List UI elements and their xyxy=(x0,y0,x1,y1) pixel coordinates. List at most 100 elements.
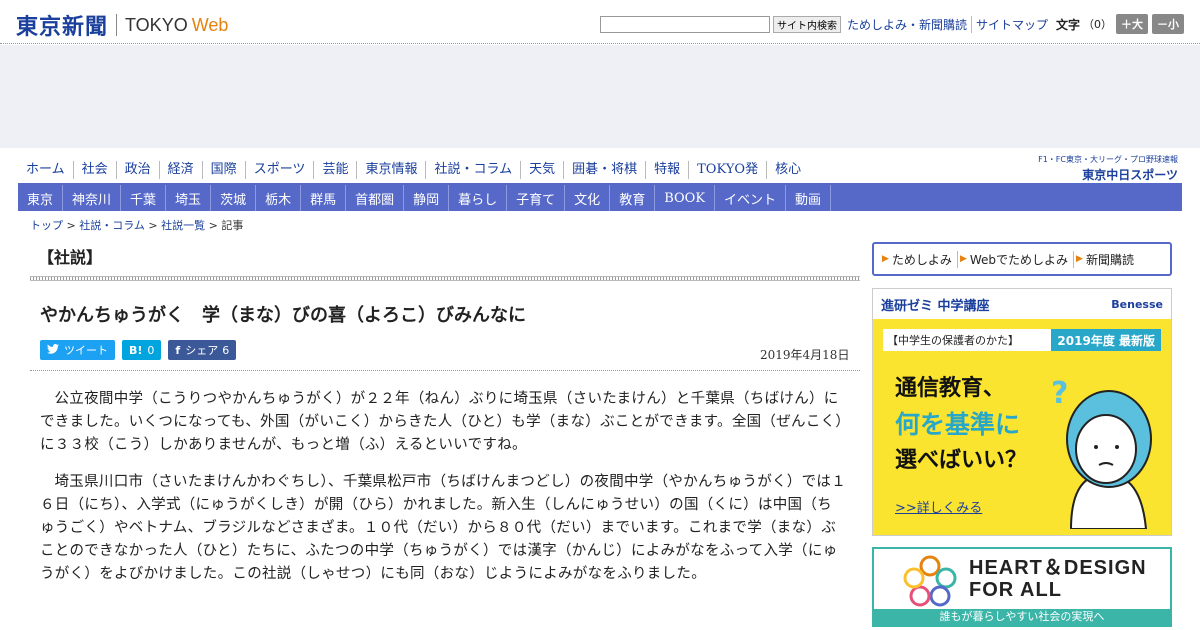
newspaper-subscribe-label: 新聞購読 xyxy=(1085,252,1134,267)
subscribe-link[interactable]: ためしよみ・新聞購読 xyxy=(847,16,967,33)
ad-copy: 通信教育、 何を基準に 選べばいい？ xyxy=(895,371,1027,479)
arrow-right-icon: ▶ xyxy=(882,254,889,264)
nav-go-shogi[interactable]: 囲碁・将棋 xyxy=(563,161,645,179)
breadcrumb-sep: > xyxy=(208,219,218,232)
breadcrumb-sep: > xyxy=(148,219,158,232)
ad-copy-line: 何を基準に xyxy=(895,410,1021,439)
logo-japanese: 東京新聞 xyxy=(16,14,109,40)
nav-kanagawa[interactable]: 神奈川 xyxy=(63,185,122,211)
chunichi-sports-link[interactable]: F1・FC東京・大リーグ・プロ野球速報 東京中日スポーツ xyxy=(1038,154,1178,183)
nav-video[interactable]: 動画 xyxy=(786,185,832,211)
site-search-input[interactable] xyxy=(599,15,770,33)
trial-read-label: ためしよみ xyxy=(891,252,952,267)
ad-copy-line: 選べばいい？ xyxy=(895,448,1028,473)
site-logo[interactable]: 東京新聞 TOKYO Web xyxy=(16,9,228,41)
ad2-title-line: FOR ALL xyxy=(969,579,1062,601)
ad2-title: HEART＆DESIGN FOR ALL xyxy=(969,557,1147,601)
nav-tokyo-info[interactable]: 東京情報 xyxy=(356,161,425,179)
font-larger-button[interactable]: ＋大 xyxy=(1116,14,1148,34)
flower-logo-icon xyxy=(903,555,957,607)
article-divider xyxy=(30,370,860,371)
heart-design-ad[interactable]: HEART＆DESIGN FOR ALL 誰もが暮らしやすい社会の実現へ xyxy=(872,547,1172,627)
logo-english: TOKYO xyxy=(125,14,188,35)
facebook-share-label: シェア xyxy=(185,344,219,357)
facebook-icon: f xyxy=(175,343,181,357)
benesse-ad[interactable]: 進研ゼミ 中学講座 Benesse 【中学生の保護者のかた】 2019年度 最新… xyxy=(872,288,1172,536)
nav-editorial[interactable]: 社説・コラム xyxy=(425,161,520,179)
arrow-right-icon: ▶ xyxy=(959,254,967,264)
nav-core[interactable]: 核心 xyxy=(766,161,809,179)
arrow-right-icon: ▶ xyxy=(1076,254,1083,264)
newspaper-subscribe-link[interactable]: ▶ 新聞購読 xyxy=(1073,250,1139,268)
svg-text:?: ? xyxy=(1051,379,1068,411)
breadcrumb-top[interactable]: トップ xyxy=(30,219,63,232)
trial-read-link[interactable]: ▶ ためしよみ xyxy=(880,251,957,268)
ad-title: 進研ゼミ 中学講座 xyxy=(881,298,990,314)
chunichi-tagline: F1・FC東京・大リーグ・プロ野球速報 xyxy=(1038,155,1178,164)
breadcrumb-editorial-list[interactable]: 社説一覧 xyxy=(161,219,205,232)
nav-shutoken[interactable]: 首都圏 xyxy=(346,185,405,211)
logo-divider xyxy=(116,14,118,36)
nav-ibaraki[interactable]: 茨城 xyxy=(211,185,257,211)
article-body: 公立夜間中学（こうりつやかんちゅうがく）が２２年（ねん）ぶりに埼玉県（さいたまけ… xyxy=(40,388,846,600)
chunichi-logo: 東京中日スポーツ xyxy=(1082,168,1178,182)
facebook-count: 6 xyxy=(222,343,230,357)
section-divider xyxy=(30,276,860,281)
nav-shizuoka[interactable]: 静岡 xyxy=(404,185,450,211)
nav-special[interactable]: 特報 xyxy=(645,161,688,179)
nav-gunma[interactable]: 群馬 xyxy=(301,185,347,211)
breadcrumb-editorial[interactable]: 社説・コラム xyxy=(79,219,145,232)
font-smaller-button[interactable]: －小 xyxy=(1152,14,1184,34)
nav-tochigi[interactable]: 栃木 xyxy=(256,185,302,211)
font-size-value: （0） xyxy=(1083,18,1112,31)
ad2-title-line: HEART＆DESIGN xyxy=(969,557,1147,579)
social-share-bar: ツイート B! 0 f シェア 6 xyxy=(40,340,243,360)
nav-tokyo-hatsu[interactable]: TOKYO発 xyxy=(688,161,766,179)
tweet-label: ツイート xyxy=(64,344,108,357)
hatena-icon: B! xyxy=(129,343,143,357)
header-tools: サイト内検索 ためしよみ・新聞購読 サイトマップ 文字 （0） ＋大 －小 xyxy=(599,14,1184,34)
nav-book[interactable]: BOOK xyxy=(655,185,716,211)
nav-living[interactable]: 暮らし xyxy=(449,185,508,211)
site-header: 東京新聞 TOKYO Web サイト内検索 ためしよみ・新聞購読 サイトマップ … xyxy=(0,0,1200,44)
hatena-bookmark-button[interactable]: B! 0 xyxy=(122,340,162,360)
nav-parenting[interactable]: 子育て xyxy=(507,185,566,211)
tweet-button[interactable]: ツイート xyxy=(40,340,115,360)
nav-saitama[interactable]: 埼玉 xyxy=(166,185,212,211)
article-headline: やかんちゅうがく 学（まな）びの喜（よろこ）びみんなに xyxy=(40,305,526,326)
nav-education[interactable]: 教育 xyxy=(610,185,656,211)
nav-politics[interactable]: 政治 xyxy=(115,161,159,179)
nav-chiba[interactable]: 千葉 xyxy=(121,185,167,211)
sidebar-subscribe-links: ▶ ためしよみ ▶ Webでためしよみ ▶ 新聞購読 xyxy=(872,242,1172,276)
nav-sports[interactable]: スポーツ xyxy=(244,161,314,179)
top-ad-area xyxy=(0,45,1200,148)
nav-tokyo[interactable]: 東京 xyxy=(18,185,64,211)
breadcrumb-current: 記事 xyxy=(221,219,244,232)
facebook-share-button[interactable]: f シェア 6 xyxy=(168,340,237,360)
logo-web: Web xyxy=(191,14,229,35)
article-paragraph: 埼玉県川口市（さいたまけんかわぐちし）、千葉県松戸市（ちばけんまつどし）の夜間中… xyxy=(40,474,847,582)
ad2-footer: 誰もが暮らしやすい社会の実現へ xyxy=(874,609,1170,625)
web-trial-read-link[interactable]: ▶ Webでためしよみ xyxy=(956,250,1073,268)
ad-band: 【中学生の保護者のかた】 2019年度 最新版 xyxy=(883,329,1161,351)
ad-band-right: 2019年度 最新版 xyxy=(1051,329,1161,351)
nav-weather[interactable]: 天気 xyxy=(520,161,563,179)
article-paragraph: 公立夜間中学（こうりつやかんちゅうがく）が２２年（ねん）ぶりに埼玉県（さいたまけ… xyxy=(40,391,843,453)
nav-events[interactable]: イベント xyxy=(715,185,787,211)
hatena-count: 0 xyxy=(147,343,155,357)
site-search-button[interactable]: サイト内検索 xyxy=(772,15,841,33)
nav-entertainment[interactable]: 芸能 xyxy=(313,161,356,179)
ad-band-left: 【中学生の保護者のかた】 xyxy=(883,329,1052,351)
article-date: 2019年4月18日 xyxy=(760,348,850,362)
nav-world[interactable]: 国際 xyxy=(201,161,245,179)
nav-home[interactable]: ホーム xyxy=(18,161,73,179)
ad-header: 進研ゼミ 中学講座 Benesse xyxy=(873,289,1171,319)
nav-culture[interactable]: 文化 xyxy=(565,185,611,211)
nav-society[interactable]: 社会 xyxy=(72,161,116,179)
breadcrumb: トップ > 社説・コラム > 社説一覧 > 記事 xyxy=(30,217,243,233)
worried-person-illustration: ? xyxy=(1051,379,1152,529)
sitemap-link[interactable]: サイトマップ xyxy=(970,15,1048,33)
primary-nav: ホーム 社会 政治 経済 国際 スポーツ 芸能 東京情報 社説・コラム 天気 囲… xyxy=(18,160,809,180)
nav-economy[interactable]: 経済 xyxy=(158,161,202,179)
ad-details-link[interactable]: >>詳しくみる xyxy=(895,497,982,516)
